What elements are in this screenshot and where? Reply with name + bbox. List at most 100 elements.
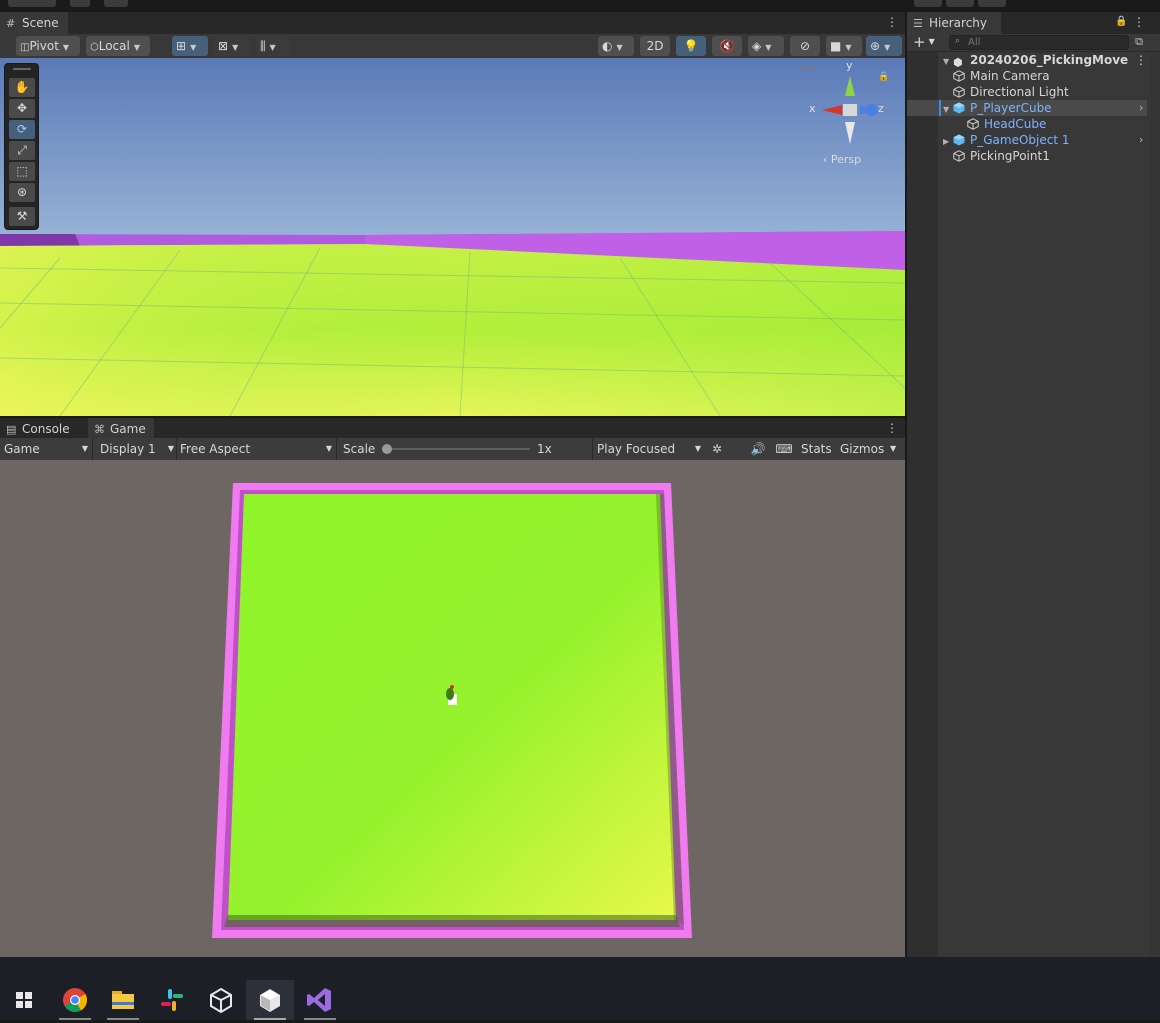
snap-icon: ⊠ — [218, 39, 229, 53]
search-input[interactable] — [968, 36, 1118, 49]
pause-button[interactable] — [946, 0, 974, 7]
audio-toggle[interactable]: 🔇 — [712, 36, 742, 56]
chevron-down-icon: ▼ — [190, 43, 197, 52]
unity-scene-icon: ⬢ — [953, 56, 963, 69]
scale-slider-thumb[interactable] — [382, 444, 392, 454]
grid-snap-icon: ⊞ — [176, 39, 187, 53]
search-scene-button[interactable]: ⧉ — [1132, 35, 1146, 49]
display-select[interactable]: Display 1 ▼ — [100, 440, 174, 458]
taskbar-unity-editor[interactable] — [246, 980, 294, 1020]
prefab-icon — [953, 134, 965, 146]
play-button[interactable] — [914, 0, 942, 7]
scene-root-row[interactable]: ▼ ⬢ 20240206_PickingMove ⋮ — [907, 52, 1147, 69]
shortcuts-toggle[interactable]: ⌨ — [774, 440, 794, 458]
search-icon: ⌕ — [955, 36, 961, 46]
account-button[interactable] — [8, 0, 56, 7]
taskbar-file-explorer[interactable] — [99, 980, 147, 1020]
scene-menu-icon[interactable]: ⋮ — [886, 12, 898, 34]
gizmo-axis-z-label: z — [878, 102, 884, 115]
chevron-down-icon: ▼ — [167, 444, 174, 453]
hierarchy-scrollbar[interactable] — [1150, 52, 1160, 957]
custom-tool-button[interactable]: ⚒ — [9, 207, 35, 226]
scene-viewport[interactable] — [0, 58, 905, 416]
hierarchy-item[interactable]: HeadCube — [907, 116, 1147, 132]
lighting-toggle[interactable]: 💡 — [676, 36, 706, 56]
taskbar-start[interactable] — [0, 980, 48, 1020]
gizmo-axis-x-label: x — [809, 102, 816, 115]
scene-visibility-toggle[interactable]: ⊘ — [790, 36, 820, 56]
scene-search-icon: ⧉ — [1135, 35, 1143, 48]
rotate-icon: ⟳ — [16, 122, 28, 136]
taskbar-slack[interactable] — [148, 980, 196, 1020]
transform-tool-button[interactable]: ⊛ — [9, 183, 35, 202]
pivot-dropdown[interactable]: ◫Pivot ▼ — [16, 36, 80, 56]
rect-icon: ⬚ — [16, 164, 28, 178]
hierarchy-item[interactable]: PickingPoint1 — [907, 148, 1147, 164]
collab-button[interactable] — [104, 0, 128, 7]
game-viewport[interactable] — [0, 460, 905, 957]
tool-palette: ✋ ✥ ⟳ ⤢ ⬚ ⊛ ⚒ — [4, 63, 39, 230]
scale-slider[interactable] — [382, 444, 530, 454]
hierarchy-item[interactable]: Main Camera — [907, 68, 1147, 84]
grid-visual-toggle[interactable]: ⫼ ▼ — [256, 36, 290, 56]
local-dropdown[interactable]: ⬡Local ▼ — [86, 36, 150, 56]
cloud-button[interactable] — [70, 0, 90, 7]
taskbar-unity-hub[interactable] — [197, 980, 245, 1020]
debug-toggle[interactable]: ✲ — [706, 440, 728, 458]
selection-indicator — [939, 100, 941, 116]
open-prefab-icon[interactable]: › — [1139, 132, 1143, 148]
local-icon: ⬡ — [90, 42, 99, 53]
projection-toggle[interactable]: ‹ Persp — [823, 153, 861, 166]
lock-icon[interactable]: 🔒 — [1115, 12, 1127, 34]
tab-game[interactable]: ⌘ Game — [88, 418, 154, 440]
2d-toggle[interactable]: 2D — [640, 36, 670, 56]
effects-dropdown[interactable]: ◈ ▼ — [748, 36, 784, 56]
play-mode-select[interactable]: Play Focused ▼ — [597, 440, 701, 458]
plus-icon: + — [913, 33, 926, 51]
rect-tool-button[interactable]: ⬚ — [9, 162, 35, 181]
game-view-select[interactable]: Game ▼ — [4, 440, 90, 458]
scene-row-menu-icon[interactable]: ⋮ — [1135, 52, 1147, 68]
hand-tool-button[interactable]: ✋ — [9, 78, 35, 97]
gameobject-icon — [953, 150, 965, 162]
step-button[interactable] — [978, 0, 1006, 7]
create-button[interactable]: + ▼ — [913, 34, 941, 52]
scale-icon: ⤢ — [17, 143, 27, 157]
tab-scene[interactable]: # Scene — [0, 12, 68, 34]
stats-toggle[interactable]: Stats — [801, 440, 832, 458]
taskbar-visual-studio[interactable] — [296, 980, 344, 1020]
chevron-down-icon: ▼ — [232, 43, 239, 52]
grid-snap-toggle[interactable]: ⊞ ▼ — [172, 36, 208, 56]
shading-icon: ◐ — [602, 39, 613, 53]
hierarchy-menu-icon[interactable]: ⋮ — [1133, 12, 1145, 34]
game-menu-icon[interactable]: ⋮ — [886, 418, 898, 440]
camera-dropdown[interactable]: ■ ▼ — [826, 36, 862, 56]
drag-handle-icon[interactable] — [13, 68, 31, 70]
taskbar-chrome[interactable] — [51, 980, 99, 1020]
hierarchy-item[interactable]: ▶ P_GameObject 1 › — [907, 132, 1147, 148]
keyboard-icon: ⌨ — [775, 442, 793, 456]
tab-hierarchy[interactable]: ☰ Hierarchy — [907, 12, 1001, 34]
mute-audio-toggle[interactable]: 🔊 — [748, 440, 768, 458]
draw-mode-dropdown[interactable]: ◐ ▼ — [598, 36, 634, 56]
search-box[interactable]: ⌕ — [949, 35, 1129, 50]
tab-console[interactable]: ▤ Console — [0, 418, 86, 440]
move-tool-button[interactable]: ✥ — [9, 99, 35, 118]
hierarchy-item-label: P_PlayerCube — [970, 101, 1052, 115]
lock-icon[interactable]: 🔒 — [878, 72, 889, 82]
increment-snap-toggle[interactable]: ⊠ ▼ — [214, 36, 250, 56]
hierarchy-item[interactable]: ▼ P_PlayerCube › — [907, 100, 1147, 116]
visual-studio-icon — [307, 988, 331, 1012]
orientation-gizmo[interactable]: y x z 🔒 ‹ Persp — [798, 59, 898, 172]
gizmos-dropdown-icon[interactable]: ▼ — [890, 440, 896, 458]
chrome-icon — [63, 988, 88, 1013]
open-prefab-icon[interactable]: › — [1139, 100, 1143, 116]
hierarchy-item[interactable]: Directional Light — [907, 84, 1147, 100]
game-tab-bar: ▤ Console ⌘ Game ⋮ — [0, 418, 905, 440]
aspect-select[interactable]: Free Aspect ▼ — [180, 440, 332, 458]
gizmos-toggle[interactable]: Gizmos — [840, 440, 884, 458]
scene-render — [0, 58, 905, 416]
gizmos-dropdown[interactable]: ⊕ ▼ — [866, 36, 902, 56]
rotate-tool-button[interactable]: ⟳ — [9, 120, 35, 139]
scale-tool-button[interactable]: ⤢ — [9, 141, 35, 160]
